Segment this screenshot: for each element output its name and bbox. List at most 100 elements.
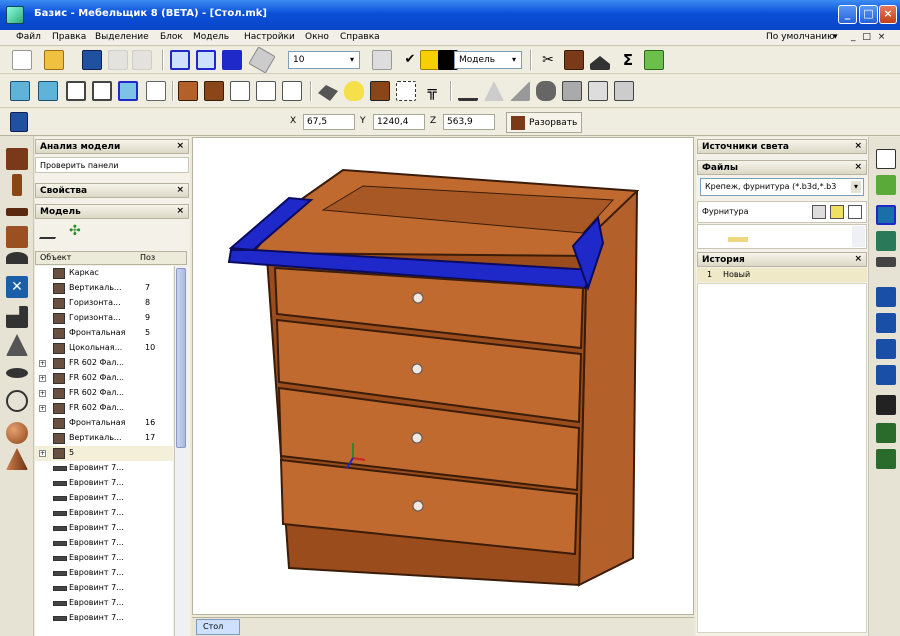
close-icon[interactable]: ×	[854, 254, 862, 264]
dimension-icon[interactable]	[588, 81, 608, 101]
layer-icon[interactable]	[876, 205, 896, 225]
history-item[interactable]: 1 Новый	[697, 268, 867, 282]
column-object[interactable]: Объект	[40, 253, 71, 262]
camera-icon[interactable]	[318, 85, 338, 101]
check-panels-button[interactable]: Проверить панели	[35, 157, 189, 173]
material-box-icon[interactable]	[370, 81, 390, 101]
expand-icon[interactable]: +	[39, 375, 46, 382]
column-position[interactable]: Поз	[140, 253, 155, 262]
texture-icon[interactable]	[420, 50, 440, 70]
render-wire-icon[interactable]	[230, 81, 250, 101]
menu-file[interactable]: Файл	[16, 32, 41, 42]
vertical-panel-icon[interactable]	[6, 148, 28, 170]
fitting-thumbnail[interactable]	[728, 237, 748, 242]
scrollbar-thumb[interactable]	[176, 268, 186, 448]
close-icon[interactable]: ×	[854, 162, 862, 172]
close-icon[interactable]: ×	[176, 185, 184, 195]
files-filter-select[interactable]: Крепеж, фурнитура (*.b3d,*.b3 ▾	[700, 178, 864, 196]
profile-icon[interactable]	[6, 306, 28, 328]
tree-row[interactable]: +5	[35, 446, 173, 461]
y-input[interactable]: 1240,4	[373, 114, 425, 130]
x-input[interactable]: 67,5	[303, 114, 355, 130]
panel-blue4-icon[interactable]	[876, 365, 896, 385]
expand-icon[interactable]: +	[39, 390, 46, 397]
render-outline-icon[interactable]	[282, 81, 302, 101]
tree-scrollbar[interactable]	[174, 266, 187, 636]
tab-stol[interactable]: Стол	[196, 619, 240, 635]
tree-row[interactable]: Евровинт 7...	[35, 521, 173, 536]
tree-row[interactable]: Вертикаль... 7	[35, 281, 173, 296]
ladder-icon[interactable]	[6, 334, 28, 356]
tree-row[interactable]: + FR 602 Фал...	[35, 386, 173, 401]
shelf-icon[interactable]	[876, 257, 896, 267]
3d-viewport[interactable]	[192, 137, 694, 615]
sphere-icon[interactable]	[6, 422, 28, 444]
window-icon[interactable]	[876, 149, 896, 169]
menu-help[interactable]: Справка	[340, 32, 380, 42]
save-icon[interactable]	[82, 50, 102, 70]
ruler-icon[interactable]	[248, 46, 276, 74]
chest-of-drawers-model[interactable]	[193, 138, 695, 616]
material-select[interactable]: Модель ▾	[454, 51, 522, 69]
check-icon[interactable]: ✔	[400, 50, 420, 70]
board-icon[interactable]	[876, 231, 896, 251]
array-icon[interactable]	[562, 81, 582, 101]
tree-row[interactable]: Фронтальная 5	[35, 326, 173, 341]
tree-filter-icon[interactable]: ✣	[69, 223, 85, 239]
tree-row[interactable]: Евровинт 7...	[35, 476, 173, 491]
tree-row[interactable]: Евровинт 7...	[35, 491, 173, 506]
align-icon[interactable]	[458, 81, 478, 101]
frontal-panel-icon[interactable]	[12, 174, 22, 196]
mdi-controls[interactable]: _ □ ×	[851, 32, 887, 42]
close-icon[interactable]: ×	[176, 206, 184, 216]
cone-icon[interactable]	[6, 448, 28, 470]
tree-row[interactable]: Евровинт 7...	[35, 536, 173, 551]
select-tool-icon[interactable]	[170, 50, 190, 70]
grid-icon[interactable]	[396, 81, 416, 101]
light-bulb-icon[interactable]	[344, 81, 364, 101]
preview-scrollbar[interactable]	[852, 226, 865, 247]
copy-icon[interactable]	[108, 50, 128, 70]
measure-icon[interactable]	[484, 81, 504, 101]
sum-icon[interactable]: Σ	[618, 50, 638, 70]
tree-row[interactable]: Цокольная... 10	[35, 341, 173, 356]
tree-tool-icon[interactable]	[38, 225, 64, 239]
expand-icon[interactable]: +	[39, 360, 46, 367]
tree-row[interactable]: Евровинт 7...	[35, 596, 173, 611]
angle-icon[interactable]	[510, 81, 530, 101]
tree-row[interactable]: Евровинт 7...	[35, 581, 173, 596]
cabinet-icon[interactable]	[876, 423, 896, 443]
u-tool-icon[interactable]	[222, 50, 242, 70]
paste-icon[interactable]	[132, 50, 152, 70]
maximize-button[interactable]: □	[859, 5, 878, 24]
panel-blue3-icon[interactable]	[876, 339, 896, 359]
folder-icon[interactable]	[830, 205, 844, 219]
view-cube-front-icon[interactable]	[10, 81, 30, 101]
open-folder-icon[interactable]	[44, 50, 64, 70]
render-texture-icon[interactable]	[204, 81, 224, 101]
tree-row[interactable]: Евровинт 7...	[35, 611, 173, 626]
bent-icon[interactable]	[6, 368, 28, 378]
render-solid-icon[interactable]	[178, 81, 198, 101]
cursor-mode-icon[interactable]	[10, 112, 28, 132]
box-icon[interactable]	[876, 395, 896, 415]
tree-row[interactable]: + FR 602 Фал...	[35, 401, 173, 416]
horizontal-panel-icon[interactable]	[6, 208, 28, 216]
mirror-icon[interactable]	[536, 81, 556, 101]
menu-model[interactable]: Модель	[193, 32, 229, 42]
tree-view-icon[interactable]	[876, 175, 896, 195]
view-dice-icon[interactable]	[146, 81, 166, 101]
tree-row[interactable]: Фронтальная 16	[35, 416, 173, 431]
curved-panel-icon[interactable]	[6, 252, 28, 264]
panel-properties-icon[interactable]	[564, 50, 584, 70]
view-wire2-icon[interactable]	[92, 81, 112, 101]
menu-edit[interactable]: Правка	[52, 32, 86, 42]
break-button[interactable]: Разорвать	[506, 112, 582, 133]
menu-select[interactable]: Выделение	[95, 32, 149, 42]
view-iso-icon[interactable]	[118, 81, 138, 101]
view-cube-top-icon[interactable]	[38, 81, 58, 101]
layout-selector[interactable]: По умолчанию	[766, 32, 835, 42]
refresh-icon[interactable]	[848, 205, 862, 219]
hatch-icon[interactable]	[590, 56, 610, 70]
thickness-select[interactable]: 10 ▾	[288, 51, 360, 69]
